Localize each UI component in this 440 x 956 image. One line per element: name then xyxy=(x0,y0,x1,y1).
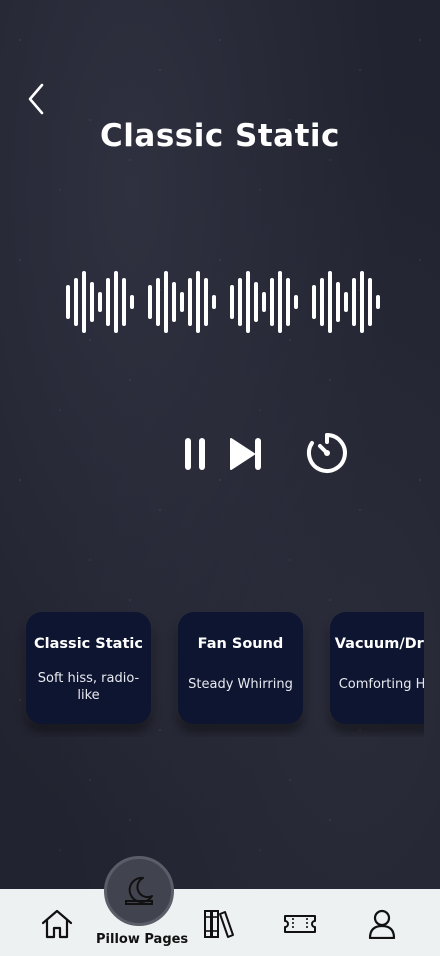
pause-button[interactable] xyxy=(180,436,210,476)
next-track-button[interactable] xyxy=(226,436,266,476)
nav-home[interactable] xyxy=(40,909,74,939)
nav-profile[interactable] xyxy=(365,909,399,940)
waveform-bar xyxy=(156,278,160,326)
waveform-bar xyxy=(344,292,348,312)
sleep-timer-button[interactable] xyxy=(304,430,350,480)
waveform-bar xyxy=(164,271,168,333)
waveform-bar xyxy=(352,278,356,326)
waveform-bar xyxy=(238,278,242,326)
waveform-bar xyxy=(368,278,372,326)
sound-carousel: Classic Static Soft hiss, radio-like Fan… xyxy=(0,612,424,737)
nav-center-label: Pillow Pages xyxy=(96,932,189,947)
waveform-bar xyxy=(172,282,176,322)
card-subtitle: Steady Whirring xyxy=(188,677,293,692)
ticket-icon xyxy=(284,915,316,933)
skip-next-icon xyxy=(230,438,261,470)
waveform-bar xyxy=(294,295,298,309)
waveform-bar xyxy=(66,285,70,319)
nav-tickets[interactable] xyxy=(283,909,317,939)
waveform-bar xyxy=(278,271,282,333)
books-icon xyxy=(204,910,234,938)
waveform-bar xyxy=(74,278,78,326)
waveform-bar xyxy=(98,292,102,312)
waveform-bar xyxy=(336,282,340,322)
moon-icon xyxy=(125,876,153,905)
card-title: Fan Sound xyxy=(197,636,284,652)
nav-pillow-pages-button[interactable] xyxy=(104,856,174,926)
sound-card-classic-static[interactable]: Classic Static Soft hiss, radio-like xyxy=(26,612,151,724)
waveform-bar xyxy=(230,285,234,319)
waveform-bar xyxy=(188,278,192,326)
bottom-nav xyxy=(0,889,440,956)
waveform-bar xyxy=(320,278,324,326)
waveform-bar xyxy=(148,285,152,319)
waveform-bar xyxy=(270,278,274,326)
pause-icon xyxy=(185,438,205,470)
waveform-bar xyxy=(204,278,208,326)
sound-card-vacuum-dryer[interactable]: Vacuum/Dryer Comforting Hum xyxy=(330,612,424,724)
user-icon xyxy=(368,909,396,940)
waveform-bar xyxy=(82,271,86,333)
timer-icon xyxy=(306,433,347,473)
waveform-bar xyxy=(328,271,332,333)
card-subtitle: Soft hiss, radio-like xyxy=(37,671,140,703)
waveform-bar xyxy=(130,295,134,309)
page-title: Classic Static xyxy=(100,118,340,154)
card-title: Vacuum/Dryer xyxy=(334,636,424,652)
waveform-visual xyxy=(66,271,380,333)
waveform-bar xyxy=(246,271,250,333)
sound-card-fan-sound[interactable]: Fan Sound Steady Whirring xyxy=(178,612,303,724)
waveform-bar xyxy=(90,282,94,322)
card-subtitle: Comforting Hum xyxy=(338,677,424,692)
home-icon xyxy=(41,909,73,939)
nav-library[interactable] xyxy=(203,909,237,939)
waveform-bar xyxy=(106,278,110,326)
waveform-bar xyxy=(360,271,364,333)
waveform-bar xyxy=(376,295,380,309)
back-button[interactable] xyxy=(22,82,52,116)
card-title: Classic Static xyxy=(34,636,143,652)
player-controls xyxy=(0,430,440,478)
waveform-bar xyxy=(286,278,290,326)
waveform-bar xyxy=(122,278,126,326)
chevron-left-icon xyxy=(28,83,44,115)
waveform-bar xyxy=(312,285,316,319)
waveform-bar xyxy=(262,292,266,312)
waveform-bar xyxy=(196,271,200,333)
waveform-bar xyxy=(254,282,258,322)
waveform-bar xyxy=(180,292,184,312)
waveform-bar xyxy=(212,295,216,309)
waveform-bar xyxy=(114,271,118,333)
